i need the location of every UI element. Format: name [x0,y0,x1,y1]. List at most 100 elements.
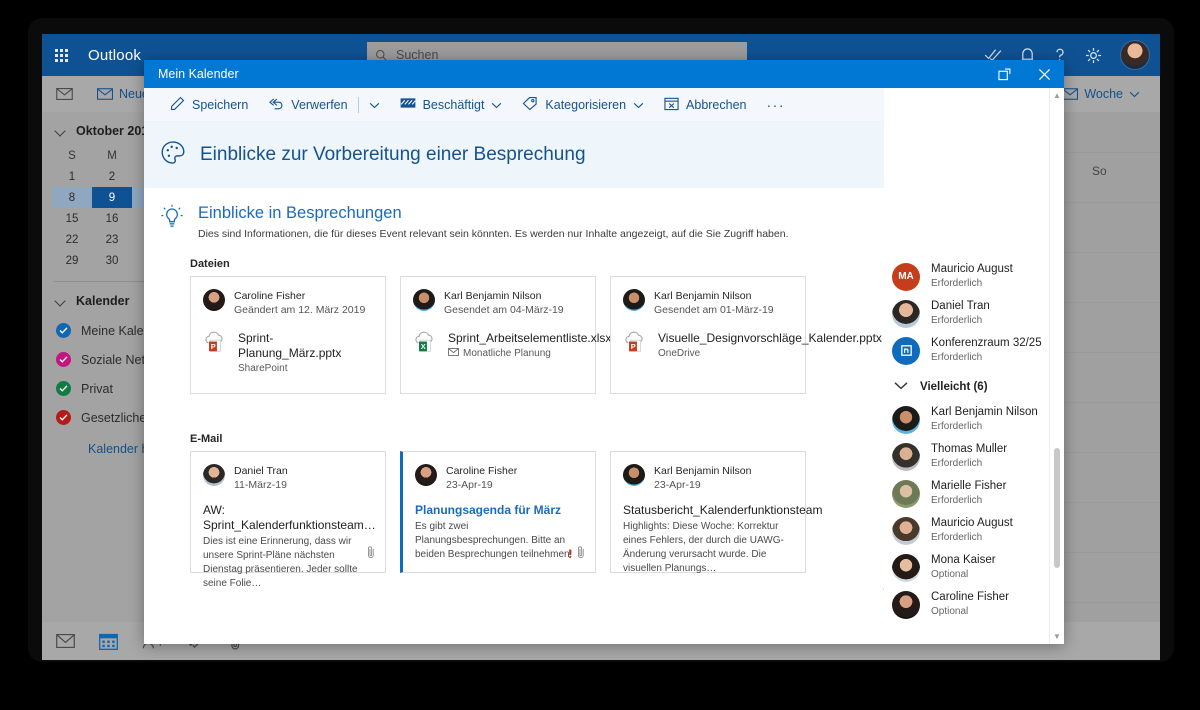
day-cell[interactable]: 16 [92,208,132,229]
day-cell[interactable]: 30 [92,250,132,271]
tag-icon [522,96,538,114]
cancel-button[interactable]: Abbrechen [654,88,756,122]
email-preview: Es gibt zwei Planungsbesprechungen. Bitt… [415,521,573,560]
email-sender: Daniel Tran [234,465,288,477]
scroll-up-arrow-icon[interactable]: ▲ [1053,88,1061,103]
avatar [892,442,920,471]
day-cell[interactable]: 29 [52,250,92,271]
excel-file-icon: X [413,331,439,353]
popout-icon[interactable] [984,60,1024,88]
attendee-name: Daniel Tran [931,300,990,312]
day-cell[interactable]: 22 [52,229,92,250]
attendee-role: Erforderlich [931,458,983,469]
avatar [413,289,435,311]
day-cell[interactable]: 1 [52,166,92,187]
attendee-name: Karl Benjamin Nilson [931,406,1038,418]
check-circle-icon [56,352,71,367]
save-button[interactable]: Speichern [160,88,258,122]
insights-title: Einblicke in Besprechungen [198,204,402,222]
avatar [892,479,920,508]
discard-button[interactable]: Verwerfen [258,88,357,122]
file-source: SharePoint [238,363,288,374]
scrollbar-thumb[interactable] [1054,448,1060,568]
discard-label: Verwerfen [291,97,348,112]
avatar [892,405,920,434]
attendee-group-header[interactable]: Vielleicht (6) [884,369,1064,401]
avatar [203,464,225,486]
file-author: Karl Benjamin Nilson [654,290,752,302]
weekday-m: M [107,150,117,162]
email-card[interactable]: Karl Benjamin Nilson 23-Apr-19 Statusber… [610,451,822,574]
file-date: Gesendet am 04-März-19 [444,304,564,316]
mail-envelope-icon[interactable] [56,88,73,100]
check-circle-icon [56,381,71,396]
chevron-down-icon [1129,87,1140,101]
attendee-role: Erforderlich [931,352,983,363]
attendee-name: Caroline Fisher [931,591,1009,603]
screenshot-frame: Outlook Suchen Neue Woche Oktober 201 S … [0,0,1200,710]
attendee-role: Erforderlich [931,532,983,543]
categorize-button[interactable]: Kategorisieren [512,88,654,122]
settings-gear-icon[interactable] [1085,47,1102,64]
attendee-name: Mauricio August [931,263,1013,275]
user-avatar[interactable] [1120,40,1150,70]
day-cell[interactable]: 2 [92,166,132,187]
avatar [892,299,920,328]
file-card[interactable]: Karl Benjamin Nilson Gesendet am 04-März… [400,276,611,394]
dialog-title: Mein Kalender [158,67,239,81]
email-date: 11-März-19 [234,479,287,491]
day-cell[interactable]: 23 [92,229,132,250]
meeting-insights-dialog: Mein Kalender Speichern Verwerfen Beschä… [144,60,1064,644]
attendee-row[interactable]: MA Mauricio August Erforderlich [884,258,1064,295]
file-card[interactable]: Caroline Fisher Geändert am 12. März 201… [190,276,386,394]
attendee-row[interactable]: Thomas Muller Erforderlich [884,438,1064,475]
avatar-initials-text: MA [898,271,914,282]
attendee-row[interactable]: Daniel Tran Erforderlich [884,295,1064,332]
day-cell[interactable]: 15 [52,208,92,229]
save-label: Speichern [192,97,249,112]
view-week-selector[interactable]: Woche [1062,87,1140,101]
attachment-icon [367,545,375,562]
lightbulb-icon [160,204,184,235]
day-cell-selected[interactable]: 9 [92,187,132,208]
overflow-menu-icon[interactable]: ··· [757,97,796,113]
weekday-s: S [68,150,76,162]
screen: Outlook Suchen Neue Woche Oktober 201 S … [42,34,1160,660]
scroll-down-arrow-icon[interactable]: ▼ [1053,629,1061,644]
avatar [892,516,920,545]
attendee-row[interactable]: Karl Benjamin Nilson Erforderlich [884,401,1064,438]
new-event-button[interactable]: Neue [97,87,149,101]
email-card[interactable]: Daniel Tran 11-März-19 AW: Sprint_Kalend… [190,451,386,589]
mail-icon[interactable] [56,634,75,648]
chevron-down-icon [56,296,66,306]
attendee-row[interactable]: Konferenzraum 32/25 Erforderlich [884,332,1064,369]
email-preview: Highlights: Diese Woche: Korrektur eines… [623,521,784,574]
outlook-brand[interactable]: Outlook [88,47,141,64]
file-author: Caroline Fisher [234,290,306,302]
email-card[interactable]: Caroline Fisher 23-Apr-19 Planungsagenda… [400,451,596,573]
sidebar-item-label: Gesetzlicher [81,410,151,425]
attendee-role: Erforderlich [931,278,983,289]
busy-status-label: Beschäftigt [422,97,485,112]
day-cell[interactable]: 8 [52,187,92,208]
insights-banner-title: Einblicke zur Vorbereitung einer Besprec… [200,144,586,165]
attendee-row[interactable]: Marielle Fisher Erforderlich [884,475,1064,512]
categorize-label: Kategorisieren [545,97,627,112]
attendee-row[interactable]: Caroline Fisher Optional [884,586,1064,623]
file-card[interactable]: Karl Benjamin Nilson Gesendet am 01-März… [610,276,882,394]
powerpoint-file-icon: P [623,331,649,353]
busy-status-button[interactable]: Beschäftigt [390,88,513,122]
email-sender: Karl Benjamin Nilson [654,465,752,477]
calendar-icon[interactable] [99,632,118,650]
attendee-row[interactable]: Mauricio August Erforderlich [884,512,1064,549]
app-launcher-icon[interactable] [42,34,80,76]
insights-subtitle: Dies sind Informationen, die für dieses … [198,228,789,240]
attendee-name: Mauricio August [931,517,1013,529]
sidebar-item-label: Soziale Netz [81,352,152,367]
discard-dropdown[interactable] [359,88,390,122]
attendee-row[interactable]: Mona Kaiser Optional [884,549,1064,586]
close-icon[interactable] [1024,60,1064,88]
dialog-scrollbar[interactable]: ▲ ▼ [1049,88,1064,644]
check-circle-icon [56,410,71,425]
sidebar-item-label: Privat [81,381,113,396]
